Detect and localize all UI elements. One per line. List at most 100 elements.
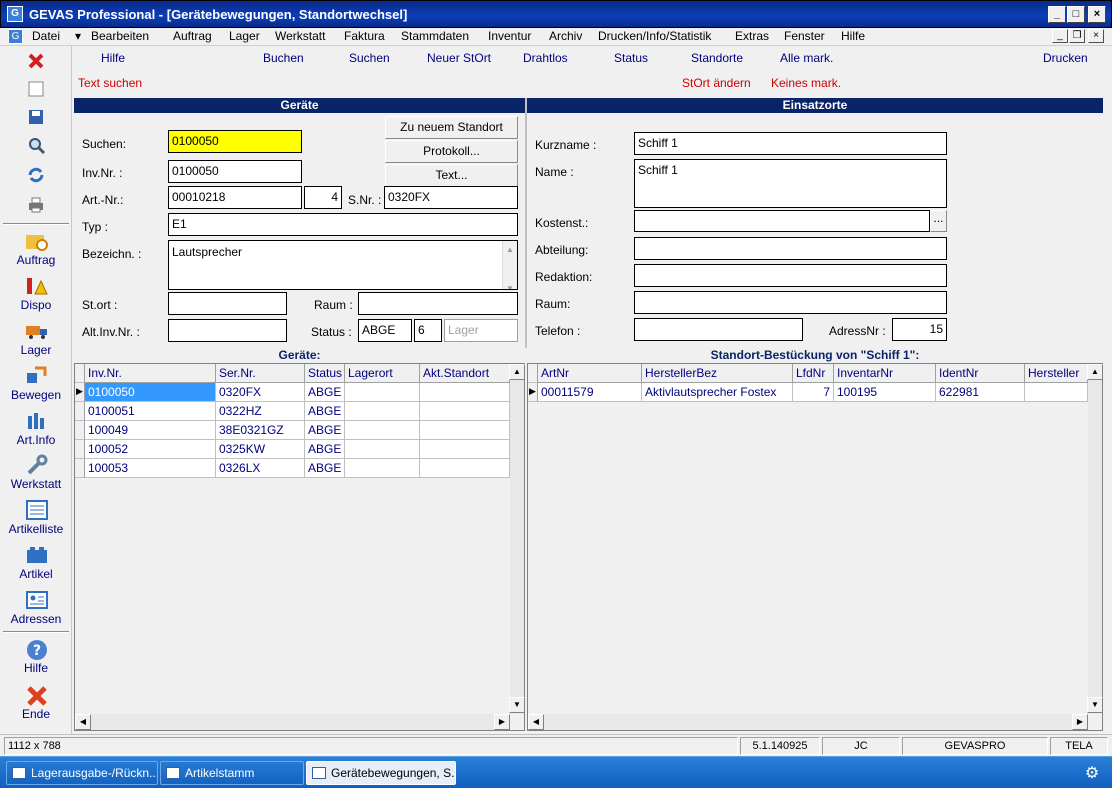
task-artikelstamm[interactable]: Artikelstamm: [160, 761, 304, 785]
scroll-up-icon[interactable]: ▲: [503, 241, 517, 258]
protokoll-button[interactable]: Protokoll...: [385, 140, 518, 163]
table-cell[interactable]: 100053: [85, 459, 216, 478]
name-field[interactable]: Schiff 1: [634, 159, 947, 208]
table-cell[interactable]: ABGE: [305, 402, 345, 421]
artnr-sub-field[interactable]: 4: [304, 186, 342, 209]
table-cell[interactable]: [345, 383, 420, 402]
table-cell[interactable]: 00011579: [538, 383, 642, 402]
sidebar-item-bewegen[interactable]: Bewegen: [0, 365, 72, 402]
kostenst-browse-button[interactable]: ...: [930, 210, 947, 232]
toolbar-buchen[interactable]: Buchen: [263, 51, 304, 65]
kurzname-field[interactable]: Schiff 1: [634, 132, 947, 155]
menu-archiv[interactable]: Archiv: [549, 29, 582, 43]
scroll-up-icon[interactable]: ▲: [509, 364, 525, 380]
sidebar-delete[interactable]: [0, 50, 72, 72]
sidebar-new[interactable]: [0, 78, 72, 100]
scroll-right-icon[interactable]: ▶: [494, 714, 510, 730]
raum2-field[interactable]: [634, 291, 947, 314]
doc-icon[interactable]: G: [8, 29, 23, 44]
col-header-hersteller[interactable]: Hersteller: [1025, 364, 1088, 383]
menu-lager[interactable]: Lager: [229, 29, 260, 43]
minimize-button[interactable]: _: [1048, 6, 1066, 23]
col-header-identnr[interactable]: IdentNr: [936, 364, 1025, 383]
col-header-lagerort[interactable]: Lagerort: [345, 364, 420, 383]
table-cell[interactable]: 100052: [85, 440, 216, 459]
sidebar-item-artikelliste[interactable]: Artikelliste: [0, 499, 72, 536]
maximize-button[interactable]: □: [1067, 6, 1085, 23]
table-cell[interactable]: 100049: [85, 421, 216, 440]
bestueckung-vscrollbar[interactable]: ▲ ▼: [1087, 364, 1103, 714]
mdi-minimize-button[interactable]: _: [1052, 29, 1068, 43]
menu-fenster[interactable]: Fenster: [784, 29, 825, 43]
sidebar-save[interactable]: [0, 106, 72, 128]
suchen-input[interactable]: 0100050: [168, 130, 302, 153]
table-cell[interactable]: Aktivlautsprecher Fostex: [642, 383, 793, 402]
scroll-right-icon[interactable]: ▶: [1072, 714, 1088, 730]
table-cell[interactable]: 7: [793, 383, 834, 402]
menu-bearbeiten[interactable]: Bearbeiten: [91, 29, 149, 43]
toolbar-status[interactable]: Status: [614, 51, 648, 65]
scroll-up-icon[interactable]: ▲: [1087, 364, 1103, 380]
table-cell[interactable]: ABGE: [305, 421, 345, 440]
table-cell[interactable]: [420, 402, 510, 421]
col-header-inventarnr[interactable]: InventarNr: [834, 364, 936, 383]
sidebar-item-artinfo[interactable]: Art.Info: [0, 410, 72, 447]
menu-hilfe[interactable]: Hilfe: [841, 29, 865, 43]
sidebar-item-artikel[interactable]: Artikel: [0, 544, 72, 581]
toolbar-alle-mark[interactable]: Alle mark.: [780, 51, 833, 65]
zu-neuem-standort-button[interactable]: Zu neuem Standort: [385, 116, 518, 139]
sidebar-print[interactable]: [0, 194, 72, 216]
mdi-close-button[interactable]: ×: [1088, 29, 1104, 43]
lager-field[interactable]: Lager: [444, 319, 518, 342]
adressnr-field[interactable]: 15: [892, 318, 947, 341]
scroll-left-icon[interactable]: ◀: [75, 714, 91, 730]
invnr-field[interactable]: 0100050: [168, 160, 302, 183]
text-button[interactable]: Text...: [385, 164, 518, 187]
col-header-invnr[interactable]: Inv.Nr.: [85, 364, 216, 383]
sidebar-item-ende[interactable]: Ende: [0, 684, 72, 721]
table-cell[interactable]: 622981: [936, 383, 1025, 402]
table-cell[interactable]: [345, 440, 420, 459]
bestueckung-hscrollbar[interactable]: ◀ ▶: [528, 714, 1088, 730]
table-cell[interactable]: [1025, 383, 1088, 402]
task-geraetebewegungen[interactable]: Gerätebewegungen, S...: [306, 761, 456, 785]
col-header-lfdnr[interactable]: LfdNr: [793, 364, 834, 383]
sidebar-item-adressen[interactable]: Adressen: [0, 589, 72, 626]
table-cell[interactable]: 0100051: [85, 402, 216, 421]
abteilung-field[interactable]: [634, 237, 947, 260]
artnr-field[interactable]: 00010218: [168, 186, 302, 209]
snr-field[interactable]: 0320FX: [384, 186, 518, 209]
kostenst-field[interactable]: [634, 210, 930, 232]
bezeichn-scrollbar[interactable]: ▲ ▼: [502, 241, 517, 289]
scroll-down-icon[interactable]: ▼: [509, 697, 525, 713]
sidebar-item-auftrag[interactable]: Auftrag: [0, 230, 72, 267]
table-cell[interactable]: 0322HZ: [216, 402, 305, 421]
menu-auftrag[interactable]: Auftrag: [173, 29, 212, 43]
altinv-field[interactable]: [168, 319, 287, 342]
col-header-sernr[interactable]: Ser.Nr.: [216, 364, 305, 383]
menu-drucken[interactable]: Drucken/Info/Statistik: [598, 29, 711, 43]
toolbar-text-suchen[interactable]: Text suchen: [78, 76, 142, 90]
sidebar-item-hilfe[interactable]: ? Hilfe: [0, 638, 72, 675]
table-cell[interactable]: ABGE: [305, 459, 345, 478]
toolbar-suchen[interactable]: Suchen: [349, 51, 390, 65]
table-cell[interactable]: [420, 383, 510, 402]
geraete-vscrollbar[interactable]: ▲ ▼: [509, 364, 525, 714]
menu-datei[interactable]: Datei: [32, 29, 60, 43]
table-cell[interactable]: 0100050: [85, 383, 216, 402]
status-field[interactable]: ABGE: [358, 319, 412, 342]
table-cell[interactable]: 0320FX: [216, 383, 305, 402]
table-cell[interactable]: [420, 421, 510, 440]
table-cell[interactable]: 0326LX: [216, 459, 305, 478]
geraete-hscrollbar[interactable]: ◀ ▶: [75, 714, 510, 730]
scroll-down-icon[interactable]: ▼: [503, 280, 517, 289]
typ-field[interactable]: E1: [168, 213, 518, 236]
menu-extras[interactable]: Extras: [735, 29, 769, 43]
toolbar-hilfe[interactable]: Hilfe: [101, 51, 125, 65]
status-num-field[interactable]: 6: [414, 319, 442, 342]
table-cell[interactable]: [345, 421, 420, 440]
telefon-field[interactable]: [634, 318, 803, 341]
menu-inventur[interactable]: Inventur: [488, 29, 531, 43]
scroll-left-icon[interactable]: ◀: [528, 714, 544, 730]
sidebar-item-lager[interactable]: Lager: [0, 320, 72, 357]
